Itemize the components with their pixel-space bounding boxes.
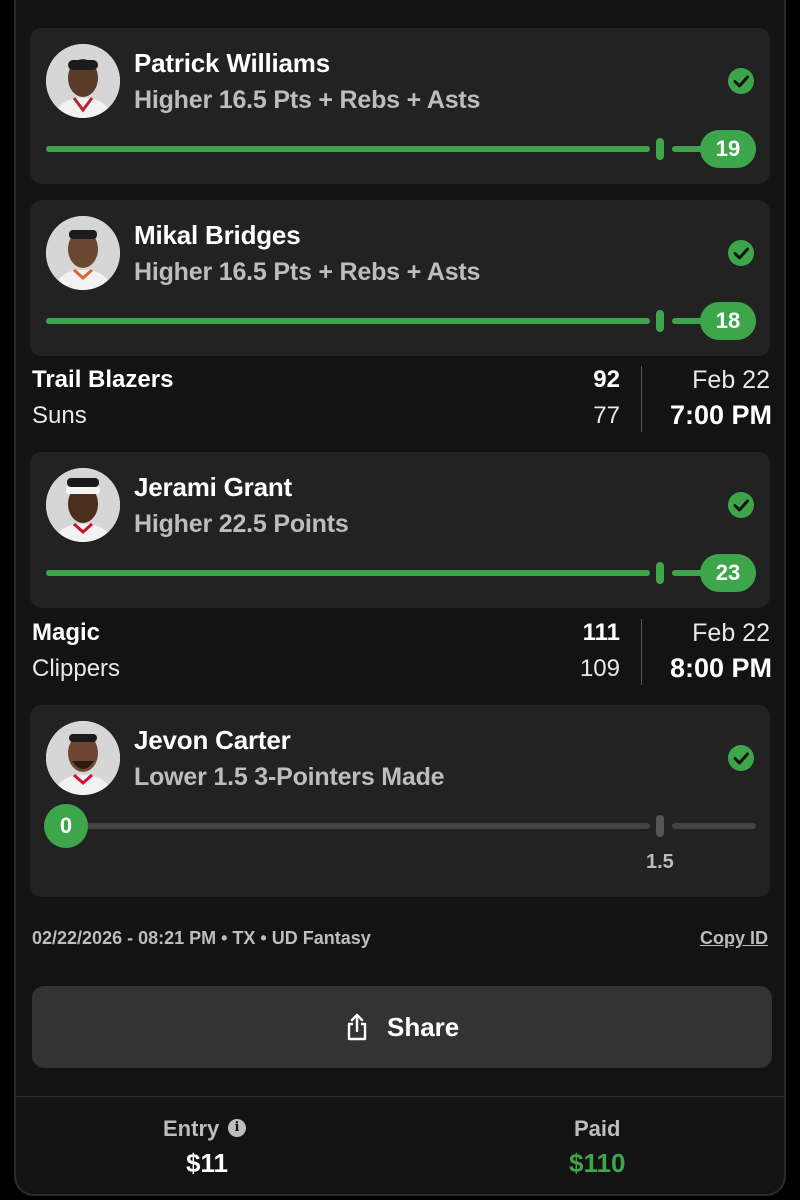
- pick-card[interactable]: Mikal Bridges Higher 16.5 Pts + Rebs + A…: [30, 200, 770, 356]
- pick-direction: Lower: [134, 763, 207, 791]
- progress-track: [46, 570, 650, 576]
- game-date: Feb 22: [692, 619, 770, 647]
- progress-overflow: [672, 823, 756, 829]
- check-icon: [728, 240, 754, 266]
- team-name: Clippers: [32, 655, 121, 682]
- result-badge: 0: [44, 804, 88, 848]
- pick-stat: Pts + Rebs + Asts: [273, 258, 481, 286]
- check-icon: [728, 745, 754, 771]
- player-avatar: [46, 721, 120, 795]
- progress-track: [46, 146, 650, 152]
- progress-track: [46, 823, 650, 829]
- pick-direction: Higher: [134, 258, 212, 286]
- game-time: 7:00 PM: [669, 400, 772, 430]
- line-marker: [656, 815, 664, 837]
- pick-card[interactable]: Patrick Williams Higher 16.5 Pts + Rebs …: [30, 28, 770, 184]
- info-icon[interactable]: i: [228, 1119, 246, 1137]
- entry-meta: 02/22/2026 - 08:21 PM • TX • UD Fantasy: [32, 928, 371, 948]
- footer-divider: [16, 1096, 784, 1097]
- game-time: 8:00 PM: [669, 653, 772, 683]
- pick-line-value: 16.5: [218, 86, 267, 114]
- pick-line: Higher 16.5 Pts + Rebs + Asts: [134, 86, 480, 115]
- team-name: Suns: [32, 402, 87, 429]
- team-name: Trail Blazers: [32, 366, 174, 393]
- team-name: Magic: [32, 619, 101, 646]
- team-score: 92: [593, 366, 620, 393]
- player-avatar: [46, 44, 120, 118]
- line-label: 1.5: [646, 851, 674, 873]
- player-avatar: [46, 216, 120, 290]
- team-score: 111: [582, 619, 620, 646]
- player-name: Patrick Williams: [134, 48, 330, 78]
- pick-line-value: 22.5: [218, 510, 267, 538]
- divider: [641, 619, 642, 685]
- pick-card[interactable]: Jerami Grant Higher 22.5 Points 23: [30, 452, 770, 608]
- entry-detail-panel: Patrick Williams Higher 16.5 Pts + Rebs …: [14, 0, 786, 1196]
- pick-stat: Points: [273, 510, 349, 538]
- paid-label: Paid: [574, 1116, 621, 1141]
- progress-fill: [46, 146, 650, 152]
- line-marker: [656, 138, 664, 160]
- share-button[interactable]: Share: [32, 986, 772, 1068]
- pick-line-value: 1.5: [213, 763, 248, 791]
- progress-fill: [46, 318, 650, 324]
- progress-fill: [46, 570, 650, 576]
- line-marker: [656, 562, 664, 584]
- check-icon: [728, 492, 754, 518]
- result-badge: 18: [700, 302, 756, 340]
- copy-id-link[interactable]: Copy ID: [700, 928, 768, 949]
- pick-line: Higher 16.5 Pts + Rebs + Asts: [134, 258, 480, 287]
- progress-track: [46, 318, 650, 324]
- entry-label: Entry: [163, 1116, 220, 1141]
- game-score-row: Magic Clippers 111 109 Feb 22 8:00 PM: [32, 619, 772, 691]
- player-avatar: [46, 468, 120, 542]
- share-icon: [347, 1013, 367, 1041]
- player-name: Jerami Grant: [134, 472, 293, 502]
- pick-line: Higher 22.5 Points: [134, 510, 349, 539]
- team-score: 77: [593, 402, 620, 429]
- pick-stat: 3-Pointers Made: [254, 763, 445, 791]
- paid-value: $110: [569, 1148, 626, 1178]
- player-name: Jevon Carter: [134, 725, 291, 755]
- team-score: 109: [579, 655, 620, 682]
- game-date: Feb 22: [692, 366, 770, 394]
- result-badge: 19: [700, 130, 756, 168]
- pick-line: Lower 1.5 3-Pointers Made: [134, 763, 445, 792]
- result-badge: 23: [700, 554, 756, 592]
- pick-stat: Pts + Rebs + Asts: [273, 86, 481, 114]
- divider: [641, 366, 642, 432]
- pick-direction: Higher: [134, 86, 212, 114]
- game-score-row: Trail Blazers Suns 92 77 Feb 22 7:00 PM: [32, 366, 772, 438]
- share-label: Share: [387, 1012, 460, 1042]
- entry-value: $11: [186, 1148, 228, 1178]
- pick-direction: Higher: [134, 510, 212, 538]
- player-name: Mikal Bridges: [134, 220, 301, 250]
- pick-line-value: 16.5: [218, 258, 267, 286]
- pick-card[interactable]: Jevon Carter Lower 1.5 3-Pointers Made 0…: [30, 705, 770, 897]
- check-icon: [728, 68, 754, 94]
- line-marker: [656, 310, 664, 332]
